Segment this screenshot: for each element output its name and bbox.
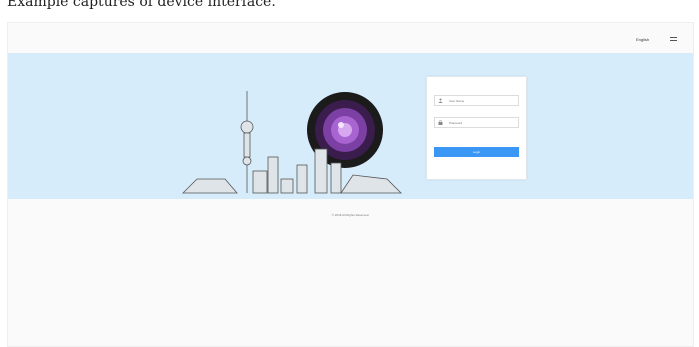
lock-icon	[438, 120, 443, 125]
user-icon	[438, 98, 443, 103]
login-banner: Login	[8, 53, 693, 199]
top-bar: English	[8, 23, 693, 53]
password-input[interactable]	[449, 118, 517, 127]
city-skyline-illustration	[182, 91, 402, 194]
password-field[interactable]	[434, 117, 519, 128]
username-input[interactable]	[449, 96, 517, 105]
language-selector[interactable]: English	[636, 37, 649, 42]
figure-caption: Example captures of device interface.	[7, 0, 276, 10]
login-button[interactable]: Login	[434, 147, 519, 157]
login-card: Login	[426, 76, 527, 180]
menu-icon[interactable]	[670, 37, 677, 43]
device-login-page: English User Name Login © 2018 All Right…	[7, 22, 694, 347]
footer-copyright: © 2018 All Rights Reserved.	[331, 213, 370, 217]
username-field[interactable]	[434, 95, 519, 106]
